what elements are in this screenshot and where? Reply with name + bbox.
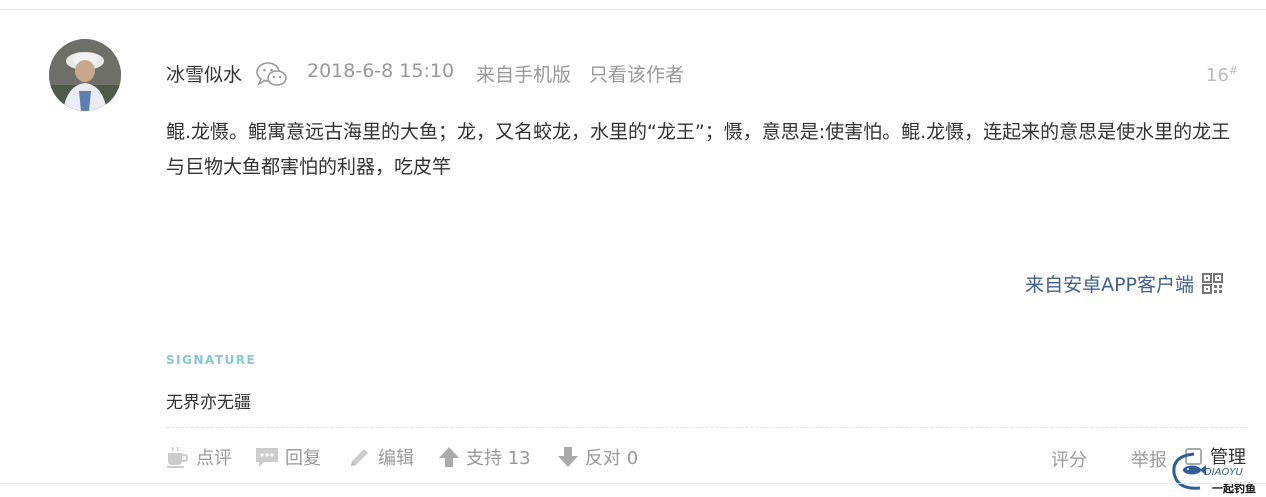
arrow-up-icon	[439, 447, 459, 467]
signature-label: SIGNATURE	[166, 353, 257, 367]
wechat-icon	[256, 62, 287, 86]
rate-button[interactable]: 评分	[1051, 446, 1087, 472]
edit-label: 编辑	[378, 448, 414, 469]
oppose-label: 反对 0	[585, 448, 639, 469]
oppose-button[interactable]: 反对 0	[557, 444, 638, 470]
floor-number[interactable]: 16#	[1206, 64, 1238, 86]
bottom-divider	[0, 483, 1266, 484]
reply-button[interactable]: 回复	[255, 444, 321, 470]
reply-icon	[256, 448, 278, 467]
support-button[interactable]: 支持 13	[438, 444, 531, 470]
floor-mark: #	[1228, 64, 1238, 77]
action-divider	[166, 427, 1248, 428]
app-source-link[interactable]: 来自安卓APP客户端	[1025, 270, 1194, 297]
author-name[interactable]: 冰雪似水	[166, 60, 242, 87]
post-time: 2018-6-8 15:10	[307, 60, 455, 82]
post-content: 鲲.龙慑。鲲寓意远古海里的大鱼；龙，又名蛟龙，水里的“龙王”；慑，意思是:使害怕…	[166, 121, 1231, 178]
comment-button[interactable]: 点评	[166, 444, 232, 470]
arrow-down-icon	[558, 447, 578, 467]
signature-text: 无界亦无疆	[166, 393, 251, 413]
cup-icon	[167, 446, 189, 468]
from-mobile-label: 来自手机版	[476, 64, 572, 86]
avatar[interactable]	[49, 39, 121, 111]
top-divider	[0, 9, 1266, 10]
reply-label: 回复	[285, 448, 321, 469]
site-watermark-logo: DIAOYU 一起钓鱼	[1172, 452, 1256, 495]
comment-label: 点评	[196, 448, 232, 469]
pencil-icon	[351, 449, 368, 466]
support-label: 支持 13	[466, 448, 531, 469]
qr-code-icon[interactable]	[1202, 273, 1223, 294]
report-button[interactable]: 举报	[1131, 446, 1167, 472]
only-author-link[interactable]: 只看该作者	[589, 60, 684, 87]
watermark-brand: DIAOYU	[1204, 467, 1243, 478]
edit-button[interactable]: 编辑	[348, 444, 414, 470]
floor-value: 16	[1205, 65, 1229, 86]
